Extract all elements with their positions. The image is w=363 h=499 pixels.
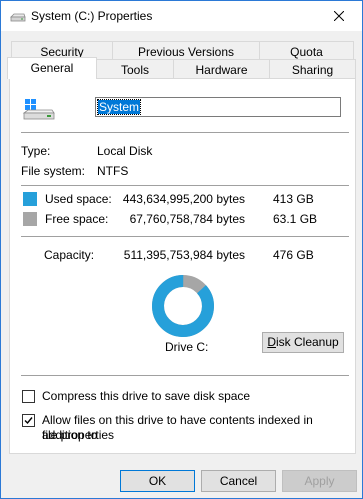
divider — [21, 132, 349, 133]
tab-quota[interactable]: Quota — [259, 41, 354, 61]
divider — [21, 375, 349, 376]
disk-cleanup-label: isk Cleanup — [275, 335, 339, 349]
checkmark-icon — [24, 417, 33, 425]
compress-checkbox[interactable] — [22, 390, 35, 403]
capacity-label: Capacity: — [44, 248, 95, 262]
index-label-cont[interactable]: file properties — [42, 428, 114, 443]
general-panel: System Type: Local Disk File system: NTF… — [9, 78, 356, 454]
free-space-label: Free space: — [45, 212, 109, 226]
used-space-size: 413 GB — [273, 192, 314, 206]
type-value: Local Disk — [97, 144, 153, 158]
windows-drive-icon — [22, 99, 55, 120]
used-space-label: Used space: — [45, 192, 112, 206]
tab-sharing[interactable]: Sharing — [269, 59, 356, 79]
cancel-button[interactable]: Cancel — [201, 470, 276, 492]
tab-tools[interactable]: Tools — [96, 59, 174, 79]
capacity-bytes: 511,395,753,984 bytes — [123, 248, 245, 262]
used-space-bytes: 443,634,995,200 bytes — [122, 192, 245, 206]
index-checkbox[interactable] — [22, 414, 35, 427]
drive-name-value: System — [96, 99, 142, 115]
compress-label[interactable]: Compress this drive to save disk space — [42, 389, 250, 404]
tab-hardware[interactable]: Hardware — [173, 59, 270, 79]
disk-cleanup-button[interactable]: Disk Cleanup — [262, 332, 344, 353]
tab-previous-versions[interactable]: Previous Versions — [112, 41, 260, 61]
divider — [21, 185, 349, 186]
free-space-swatch — [23, 212, 37, 226]
used-space-ring — [152, 275, 214, 337]
divider — [21, 236, 349, 237]
title-bar[interactable]: System (C:) Properties — [1, 1, 362, 31]
free-space-bytes: 67,760,758,784 bytes — [129, 212, 245, 226]
window-title: System (C:) Properties — [31, 9, 153, 23]
disk-usage-donut — [152, 275, 214, 337]
ok-button[interactable]: OK — [120, 470, 195, 492]
tab-general[interactable]: General — [7, 57, 97, 79]
capacity-size: 476 GB — [273, 248, 314, 262]
used-space-swatch — [23, 192, 37, 206]
apply-button[interactable]: Apply — [282, 470, 357, 492]
type-label: Type: — [21, 144, 51, 158]
drive-icon — [10, 13, 26, 22]
close-icon — [334, 11, 344, 21]
properties-window: System (C:) Properties Security Previous… — [0, 0, 363, 499]
close-button[interactable] — [316, 1, 362, 31]
free-space-size: 63.1 GB — [273, 212, 318, 226]
drive-label: Drive C: — [165, 340, 209, 354]
disk-cleanup-mnemonic: D — [267, 335, 276, 349]
drive-name-input[interactable]: System — [95, 97, 341, 117]
file-system-label: File system: — [21, 164, 86, 178]
file-system-value: NTFS — [97, 164, 129, 178]
